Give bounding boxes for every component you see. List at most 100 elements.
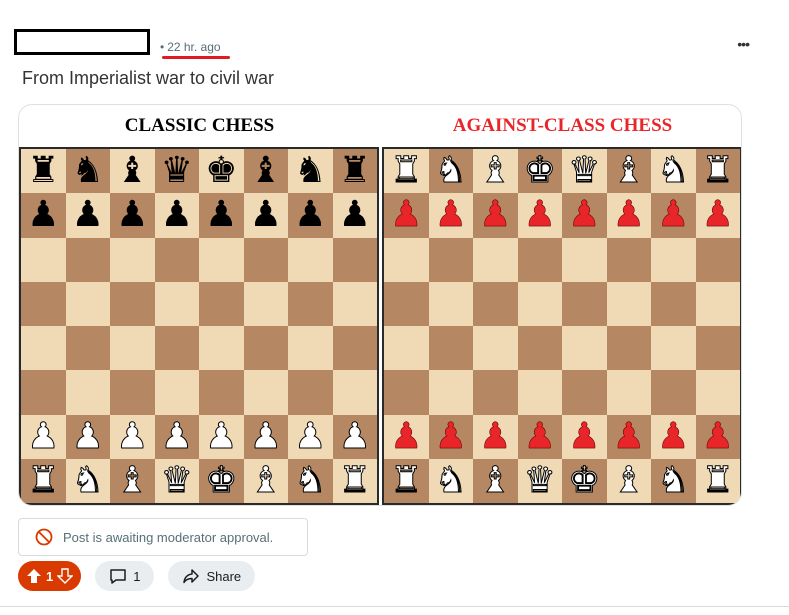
against-class-piece-red: ♟ [479,415,512,457]
classic-square: ♟ [65,414,110,459]
classic-square [199,281,244,326]
classic-square: ♟ [288,193,333,238]
classic-square: ♟ [243,414,288,459]
prohibited-icon [35,528,53,546]
classic-piece-white: ♟ [71,415,104,457]
against-class-square [606,281,651,326]
against-class-square [428,326,473,371]
classic-chess-panel: CLASSIC CHESS ♜ ♞ ♝ ♛ ♚ ♝ ♞ ♜ ♟ ♟ ♟ ♟ ♟ ♟ ♟ ♟ ♟ ♟ ♟ ♟ ♟ ♟ ♟ ♟ ♜ ♞… [19,105,380,505]
against-class-piece-white: ♚ [523,150,556,192]
against-class-piece-red: ♟ [701,194,734,236]
against-class-piece-red: ♟ [434,194,467,236]
against-class-piece-white: ♚ [568,459,601,501]
classic-square [243,281,288,326]
against-class-square: ♟ [517,414,562,459]
post-meta: • 22 hr. ago [160,40,221,54]
classic-piece-black: ♟ [294,194,327,236]
classic-square [332,326,377,371]
against-class-piece-red: ♟ [523,415,556,457]
classic-piece-white: ♝ [116,459,149,501]
against-class-piece-white: ♞ [657,150,690,192]
classic-piece-white: ♞ [71,459,104,501]
classic-chess-title: CLASSIC CHESS [124,115,275,136]
classic-square [288,237,333,282]
classic-square [110,326,155,371]
separator-dot: • [160,40,165,54]
against-class-square [651,281,696,326]
against-class-piece-red: ♟ [523,194,556,236]
against-class-square [695,281,740,326]
classic-square [110,281,155,326]
classic-square [288,281,333,326]
classic-piece-white: ♟ [294,415,327,457]
classic-square: ♜ [21,149,66,194]
classic-square [199,326,244,371]
against-class-square: ♛ [517,458,562,503]
classic-square: ♛ [154,149,199,194]
classic-square [110,237,155,282]
classic-square [154,281,199,326]
against-class-piece-red: ♟ [390,415,423,457]
classic-square [21,370,66,415]
classic-square: ♞ [288,149,333,194]
classic-square: ♟ [199,193,244,238]
classic-square: ♝ [243,458,288,503]
classic-piece-black: ♟ [249,194,282,236]
against-class-piece-red: ♟ [701,415,734,457]
classic-piece-white: ♛ [160,459,193,501]
classic-square: ♞ [65,458,110,503]
against-class-square: ♟ [428,193,473,238]
against-class-square [384,281,429,326]
classic-piece-white: ♟ [116,415,149,457]
against-class-square: ♜ [384,458,429,503]
against-class-piece-white: ♝ [479,150,512,192]
against-class-square [428,237,473,282]
redacted-username [14,29,150,55]
post-title[interactable]: From Imperialist war to civil war [22,68,274,89]
against-class-square: ♜ [695,458,740,503]
against-class-piece-white: ♝ [479,459,512,501]
classic-square [199,370,244,415]
classic-piece-white: ♝ [249,459,282,501]
against-class-piece-red: ♟ [612,415,645,457]
share-button[interactable]: Share [168,561,256,591]
against-class-piece-white: ♝ [612,459,645,501]
classic-square [21,237,66,282]
post-actions: 1 1 Share [18,561,256,591]
classic-piece-black: ♟ [71,194,104,236]
downvote-icon[interactable] [57,568,74,584]
against-class-square [473,237,518,282]
against-class-chess-board: ♜ ♞ ♝ ♚ ♛ ♝ ♞ ♜ ♟ ♟ ♟ ♟ ♟ ♟ ♟ ♟ ♟ ♟ ♟ ♟ ♟ ♟ ♟ ♟ ♜ ♞ ♝ ♛ ♚ ♝ ♞ ♜ [382,147,741,505]
against-class-square [651,237,696,282]
classic-piece-white: ♜ [27,459,60,501]
classic-piece-black: ♝ [249,150,282,192]
against-class-square: ♛ [562,149,607,194]
against-class-square [562,237,607,282]
classic-piece-black: ♜ [27,150,60,192]
classic-square: ♜ [332,149,377,194]
classic-square [21,326,66,371]
comments-button[interactable]: 1 [95,561,155,591]
classic-piece-black: ♚ [205,150,238,192]
classic-square: ♝ [110,458,155,503]
classic-square: ♟ [332,414,377,459]
classic-piece-black: ♞ [294,150,327,192]
annotation-underline [162,56,230,59]
against-class-square [517,237,562,282]
classic-square: ♟ [154,414,199,459]
upvote-icon[interactable] [26,568,42,584]
against-class-piece-red: ♟ [612,194,645,236]
vote-count: 1 [46,568,54,584]
classic-square: ♟ [65,193,110,238]
against-class-square [473,281,518,326]
against-class-square: ♟ [384,414,429,459]
more-options-button[interactable]: ••• [737,36,750,52]
comment-count: 1 [133,568,141,584]
against-class-piece-white: ♝ [612,150,645,192]
against-class-square: ♝ [606,149,651,194]
post-image[interactable]: CLASSIC CHESS ♜ ♞ ♝ ♛ ♚ ♝ ♞ ♜ ♟ ♟ ♟ ♟ ♟ ♟ ♟ ♟ ♟ ♟ ♟ ♟ ♟ ♟ ♟ ♟ ♜ ♞… [18,104,742,506]
against-class-square [562,326,607,371]
classic-square: ♞ [65,149,110,194]
classic-square [65,281,110,326]
vote-bar: 1 [18,561,82,591]
